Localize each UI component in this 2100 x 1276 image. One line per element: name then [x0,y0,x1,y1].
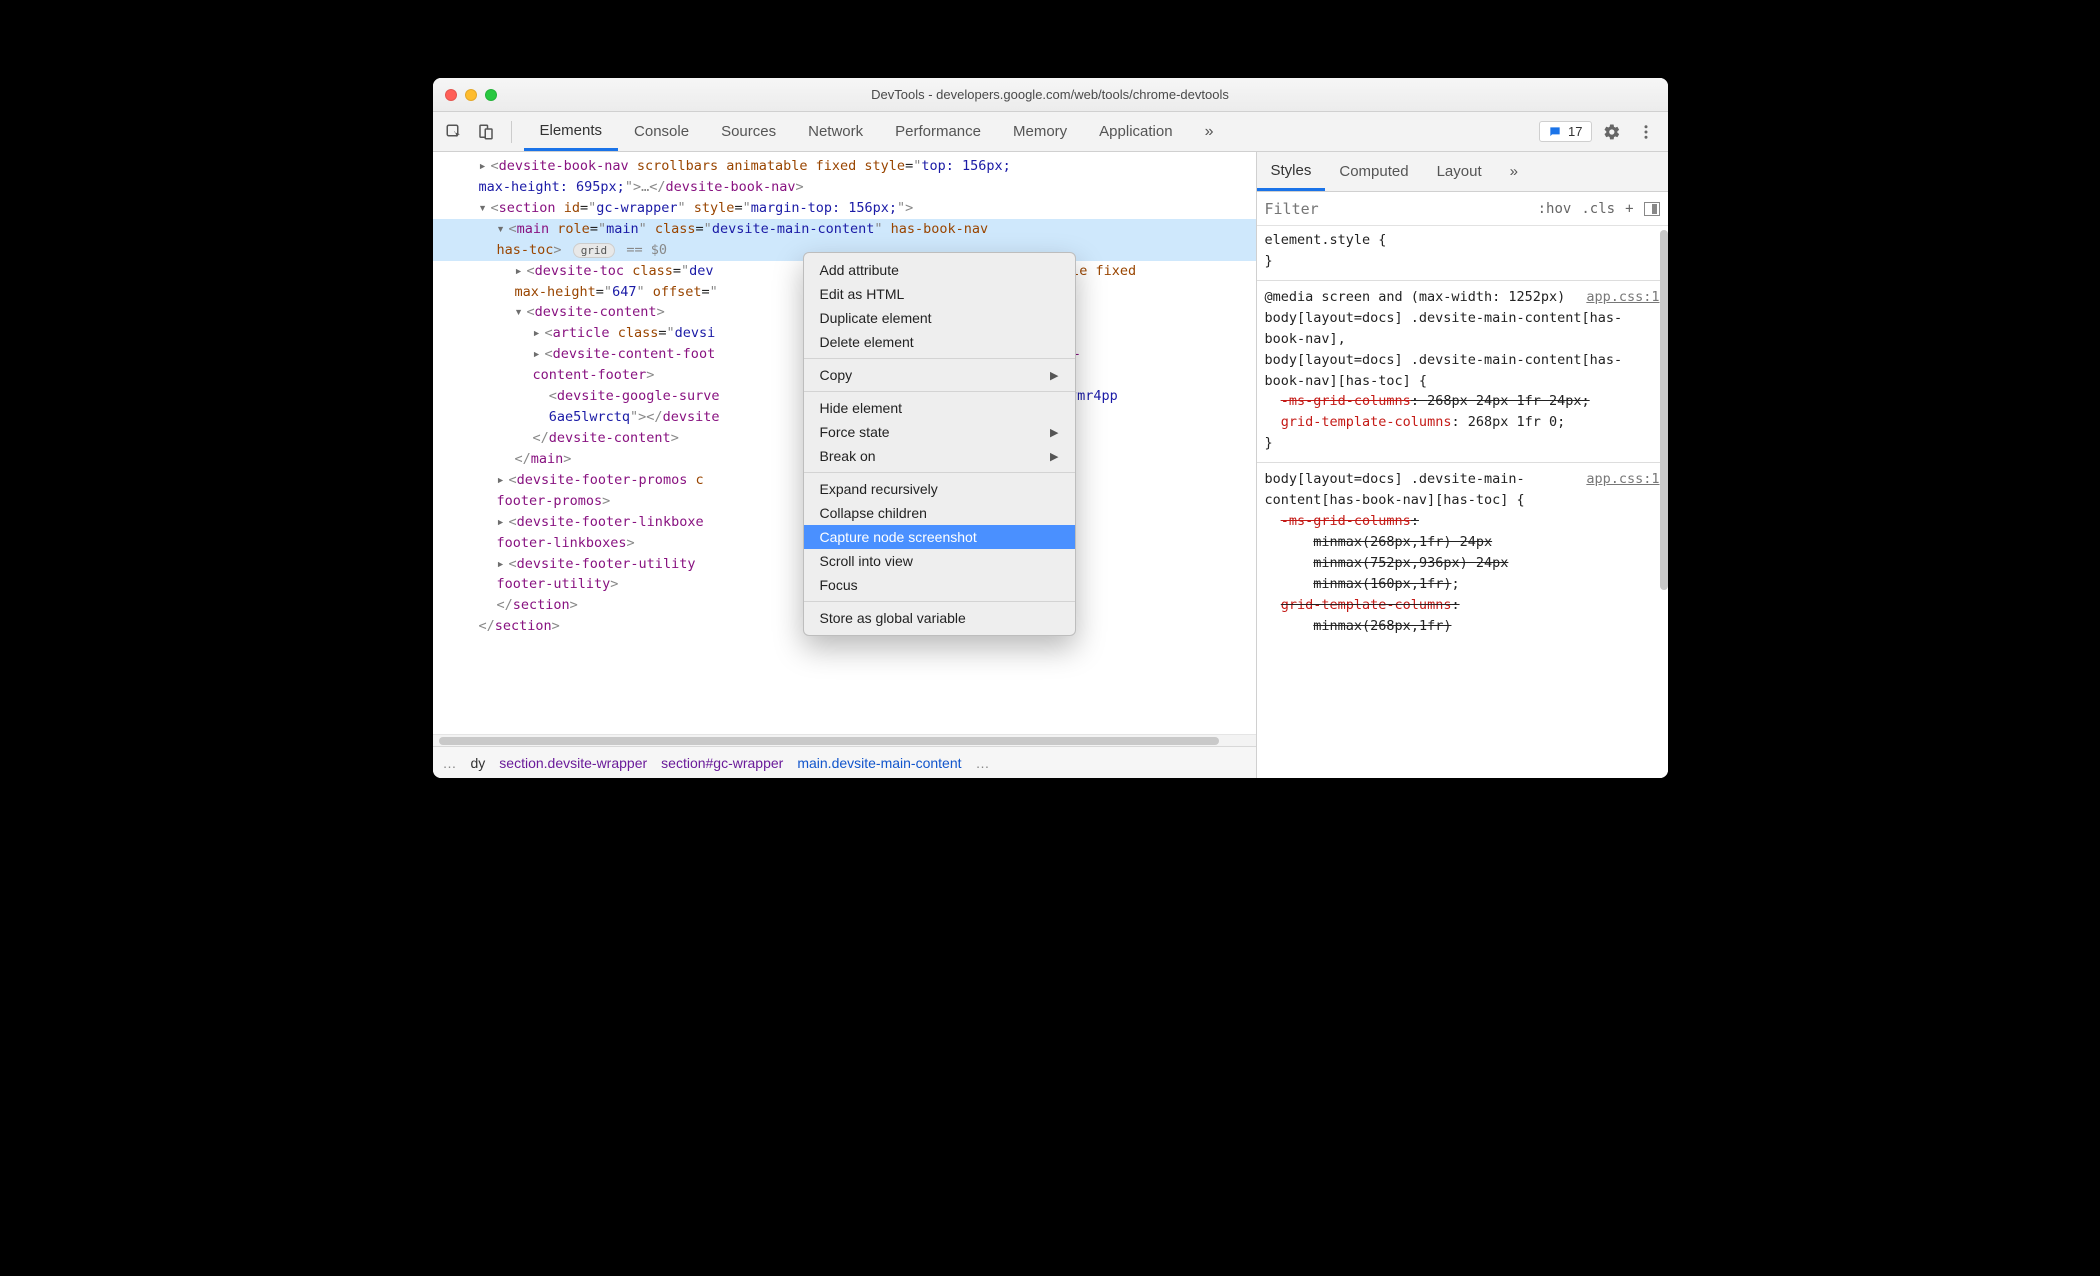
grid-badge[interactable]: grid [573,243,616,258]
tab-application[interactable]: Application [1083,112,1188,151]
menu-expand-recursively[interactable]: Expand recursively [804,477,1075,501]
menu-hide-element[interactable]: Hide element [804,396,1075,420]
breadcrumb-item[interactable]: dy [471,755,486,771]
traffic-lights [445,89,497,101]
menu-capture-node-screenshot[interactable]: Capture node screenshot [804,525,1075,549]
window-title: DevTools - developers.google.com/web/too… [433,87,1668,102]
source-link[interactable]: app.css:1 [1586,287,1659,308]
inspect-icon[interactable] [441,119,467,145]
breadcrumb-item[interactable]: section#gc-wrapper [661,755,783,771]
submenu-arrow-icon: ▶ [1050,369,1058,382]
sidebar-tab-computed[interactable]: Computed [1325,152,1422,191]
new-style-rule-icon[interactable]: + [1625,201,1633,217]
tab-elements[interactable]: Elements [524,112,619,151]
toggle-sidebar-icon[interactable] [1644,202,1660,216]
sidebar-tab-layout[interactable]: Layout [1423,152,1496,191]
styles-sidebar: Styles Computed Layout » :hov .cls + ele… [1256,152,1668,778]
menu-focus[interactable]: Focus [804,573,1075,597]
menu-duplicate-element[interactable]: Duplicate element [804,306,1075,330]
menu-collapse-children[interactable]: Collapse children [804,501,1075,525]
breadcrumb-item-selected[interactable]: main.devsite-main-content [797,755,961,771]
menu-edit-as-html[interactable]: Edit as HTML [804,282,1075,306]
sidebar-tabs-overflow-icon[interactable]: » [1496,152,1532,191]
elements-panel: ▸<devsite-book-nav scrollbars animatable… [433,152,1256,778]
menu-force-state[interactable]: Force state▶ [804,420,1075,444]
submenu-arrow-icon: ▶ [1050,426,1058,439]
breadcrumb-ellipsis-left[interactable]: … [443,755,457,771]
styles-content[interactable]: element.style { } app.css:1 @media scree… [1257,226,1668,778]
media-query: @media screen and (max-width: 1252px) [1265,289,1566,305]
main-body: ▸<devsite-book-nav scrollbars animatable… [433,152,1668,778]
menu-copy[interactable]: Copy▶ [804,363,1075,387]
cls-toggle[interactable]: .cls [1581,201,1615,217]
tab-network[interactable]: Network [792,112,879,151]
sidebar-tabs: Styles Computed Layout » [1257,152,1668,192]
gear-icon[interactable] [1598,118,1626,146]
menu-separator [804,391,1075,392]
issues-badge[interactable]: 17 [1539,121,1591,142]
minimize-icon[interactable] [465,89,477,101]
vertical-scrollbar[interactable] [1656,226,1668,778]
breadcrumb[interactable]: … dy section.devsite-wrapper section#gc-… [433,746,1256,778]
toolbar-separator [511,121,512,143]
filter-input[interactable] [1265,200,1528,218]
menu-delete-element[interactable]: Delete element [804,330,1075,354]
menu-separator [804,472,1075,473]
sidebar-tab-styles[interactable]: Styles [1257,152,1326,191]
menu-scroll-into-view[interactable]: Scroll into view [804,549,1075,573]
breadcrumb-ellipsis-right[interactable]: … [976,755,990,771]
devtools-window: DevTools - developers.google.com/web/too… [433,78,1668,778]
device-toggle-icon[interactable] [473,119,499,145]
hov-toggle[interactable]: :hov [1538,201,1572,217]
tab-memory[interactable]: Memory [997,112,1083,151]
tab-sources[interactable]: Sources [705,112,792,151]
titlebar: DevTools - developers.google.com/web/too… [433,78,1668,112]
menu-break-on[interactable]: Break on▶ [804,444,1075,468]
tab-console[interactable]: Console [618,112,705,151]
horizontal-scrollbar[interactable] [433,734,1256,746]
tabs-overflow-icon[interactable]: » [1195,123,1224,141]
submenu-arrow-icon: ▶ [1050,450,1058,463]
panel-tabs: Elements Console Sources Network Perform… [524,112,1189,151]
main-toolbar: Elements Console Sources Network Perform… [433,112,1668,152]
tab-performance[interactable]: Performance [879,112,997,151]
menu-add-attribute[interactable]: Add attribute [804,258,1075,282]
breadcrumb-item[interactable]: section.devsite-wrapper [499,755,647,771]
close-icon[interactable] [445,89,457,101]
style-selector: element.style { [1265,232,1387,248]
menu-store-as-global[interactable]: Store as global variable [804,606,1075,630]
styles-toolbar: :hov .cls + [1257,192,1668,226]
menu-separator [804,601,1075,602]
menu-separator [804,358,1075,359]
kebab-icon[interactable] [1632,118,1660,146]
issues-count: 17 [1568,124,1582,139]
maximize-icon[interactable] [485,89,497,101]
context-menu: Add attribute Edit as HTML Duplicate ele… [803,252,1076,636]
source-link[interactable]: app.css:1 [1586,469,1659,490]
